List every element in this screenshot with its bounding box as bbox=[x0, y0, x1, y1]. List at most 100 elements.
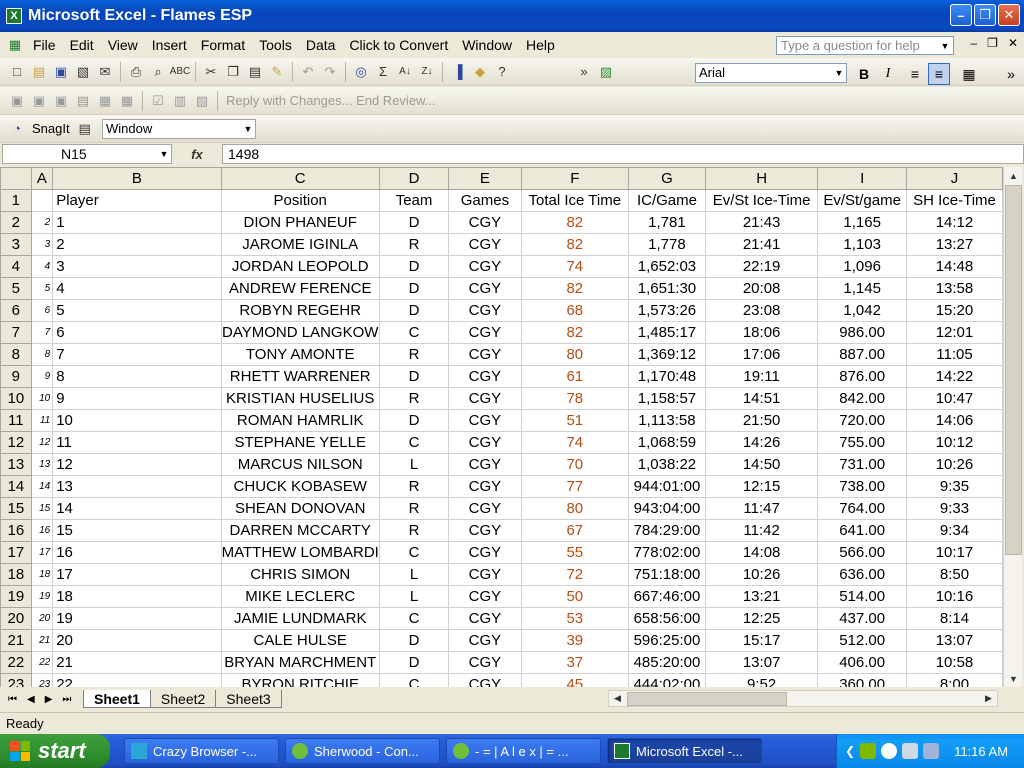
cell[interactable]: SH Ice-Time bbox=[905, 189, 1003, 212]
sort-descending-icon[interactable]: Z↓ bbox=[416, 61, 438, 83]
cell[interactable]: 943:04:00 bbox=[627, 497, 706, 520]
save-icon[interactable]: ▣ bbox=[50, 61, 72, 83]
review-icon-2[interactable]: ▣ bbox=[28, 90, 50, 112]
cell[interactable]: 13:07 bbox=[905, 629, 1003, 652]
menu-click-to-convert[interactable]: Click to Convert bbox=[342, 34, 455, 56]
row-header[interactable]: 16 bbox=[0, 519, 32, 542]
cell[interactable]: 986.00 bbox=[817, 321, 907, 344]
menu-file[interactable]: File bbox=[26, 34, 63, 56]
player-cell[interactable]: JORDAN LEOPOLD bbox=[220, 255, 380, 278]
cell[interactable]: 22 bbox=[52, 673, 222, 687]
row-header[interactable]: 17 bbox=[0, 541, 32, 564]
cell[interactable]: 1,113:58 bbox=[627, 409, 706, 432]
cell[interactable]: 8:00 bbox=[905, 673, 1003, 687]
review-icon-1[interactable]: ▣ bbox=[6, 90, 28, 112]
align-left-icon[interactable]: ≡ bbox=[904, 63, 926, 85]
drawing-icon[interactable]: ◆ bbox=[469, 61, 491, 83]
cell[interactable]: CGY bbox=[448, 651, 522, 674]
cell[interactable]: 1,165 bbox=[817, 211, 907, 234]
player-link[interactable]: ROBYN REGEHR bbox=[239, 302, 361, 319]
cell[interactable]: C bbox=[378, 541, 450, 564]
cell[interactable]: CGY bbox=[448, 409, 522, 432]
cell[interactable]: 10:58 bbox=[905, 651, 1003, 674]
cell[interactable]: 14:08 bbox=[704, 541, 819, 564]
cell[interactable]: 14:26 bbox=[704, 431, 819, 454]
cell[interactable]: 641.00 bbox=[817, 519, 907, 542]
cell[interactable]: 10:17 bbox=[905, 541, 1003, 564]
rank-cell[interactable]: 8 bbox=[30, 343, 54, 366]
cell[interactable]: Player bbox=[52, 189, 222, 212]
cell[interactable]: 39 bbox=[520, 629, 629, 652]
row-header[interactable]: 9 bbox=[0, 365, 32, 388]
cell[interactable]: C bbox=[378, 673, 450, 687]
cell[interactable]: L bbox=[378, 585, 450, 608]
cell[interactable]: 566.00 bbox=[817, 541, 907, 564]
tab-sheet3[interactable]: Sheet3 bbox=[215, 690, 282, 708]
player-link[interactable]: CALE HULSE bbox=[254, 632, 347, 649]
cell[interactable]: D bbox=[378, 299, 450, 322]
cell[interactable]: 23:08 bbox=[704, 299, 819, 322]
cell[interactable]: D bbox=[378, 211, 450, 234]
rank-cell[interactable]: 11 bbox=[30, 409, 54, 432]
taskbar-item[interactable]: Microsoft Excel -... bbox=[607, 738, 762, 764]
cell[interactable]: 1,158:57 bbox=[627, 387, 706, 410]
cell[interactable]: CGY bbox=[448, 585, 522, 608]
cell[interactable]: 67 bbox=[520, 519, 629, 542]
cell[interactable]: 1,145 bbox=[817, 277, 907, 300]
row-header[interactable]: 8 bbox=[0, 343, 32, 366]
cell[interactable]: 1 bbox=[52, 211, 222, 234]
cell[interactable]: 11:42 bbox=[704, 519, 819, 542]
player-link[interactable]: TONY AMONTE bbox=[246, 346, 355, 363]
cell[interactable]: 61 bbox=[520, 365, 629, 388]
cell[interactable]: CGY bbox=[448, 563, 522, 586]
cell[interactable]: CGY bbox=[448, 387, 522, 410]
scroll-left-icon[interactable]: ◀ bbox=[609, 690, 626, 707]
cell[interactable]: C bbox=[378, 607, 450, 630]
cell[interactable]: 9:33 bbox=[905, 497, 1003, 520]
row-header[interactable]: 5 bbox=[0, 277, 32, 300]
row-header[interactable]: 4 bbox=[0, 255, 32, 278]
rank-cell[interactable]: 9 bbox=[30, 365, 54, 388]
cell[interactable]: 77 bbox=[520, 475, 629, 498]
column-header[interactable]: H bbox=[704, 167, 819, 190]
cell[interactable]: 10 bbox=[52, 409, 222, 432]
cell[interactable]: 10:26 bbox=[704, 563, 819, 586]
cell[interactable]: 14:22 bbox=[905, 365, 1003, 388]
scroll-right-icon[interactable]: ▶ bbox=[980, 690, 997, 707]
cell[interactable]: 13:21 bbox=[704, 585, 819, 608]
menu-help[interactable]: Help bbox=[519, 34, 562, 56]
player-cell[interactable]: BRYAN MARCHMENT bbox=[220, 651, 380, 674]
cell[interactable]: Ev/St/game bbox=[817, 189, 907, 212]
rank-cell[interactable]: 16 bbox=[30, 519, 54, 542]
player-link[interactable]: RHETT WARRENER bbox=[230, 368, 371, 385]
menu-format[interactable]: Format bbox=[194, 34, 252, 56]
cell[interactable]: 1,170:48 bbox=[627, 365, 706, 388]
cell[interactable]: D bbox=[378, 629, 450, 652]
cell[interactable]: 37 bbox=[520, 651, 629, 674]
cell[interactable]: CGY bbox=[448, 299, 522, 322]
cell[interactable]: 74 bbox=[520, 255, 629, 278]
name-box-dropdown-icon[interactable]: ▼ bbox=[157, 145, 171, 163]
email-icon[interactable]: ✉ bbox=[94, 61, 116, 83]
cell[interactable]: CGY bbox=[448, 255, 522, 278]
player-link[interactable]: MARCUS NILSON bbox=[238, 456, 363, 473]
volume-icon[interactable] bbox=[923, 743, 940, 759]
review-icon-4[interactable]: ▤ bbox=[72, 90, 94, 112]
rank-cell[interactable]: 21 bbox=[30, 629, 54, 652]
rank-cell[interactable]: 20 bbox=[30, 607, 54, 630]
rank-cell[interactable]: 18 bbox=[30, 563, 54, 586]
player-cell[interactable]: BYRON RITCHIE bbox=[220, 673, 380, 687]
snagit-window-select[interactable]: Window ▼ bbox=[102, 119, 256, 139]
cell[interactable]: 74 bbox=[520, 431, 629, 454]
rank-cell[interactable]: 2 bbox=[30, 211, 54, 234]
column-header[interactable]: E bbox=[448, 167, 522, 190]
cell[interactable]: CGY bbox=[448, 673, 522, 687]
taskbar-item[interactable]: Crazy Browser -... bbox=[124, 738, 279, 764]
cell[interactable]: Total Ice Time bbox=[520, 189, 629, 212]
cell[interactable]: CGY bbox=[448, 629, 522, 652]
row-header[interactable]: 1 bbox=[0, 189, 32, 212]
cell[interactable]: L bbox=[378, 453, 450, 476]
cell[interactable]: 512.00 bbox=[817, 629, 907, 652]
cell[interactable]: 842.00 bbox=[817, 387, 907, 410]
cell[interactable]: 8 bbox=[52, 365, 222, 388]
